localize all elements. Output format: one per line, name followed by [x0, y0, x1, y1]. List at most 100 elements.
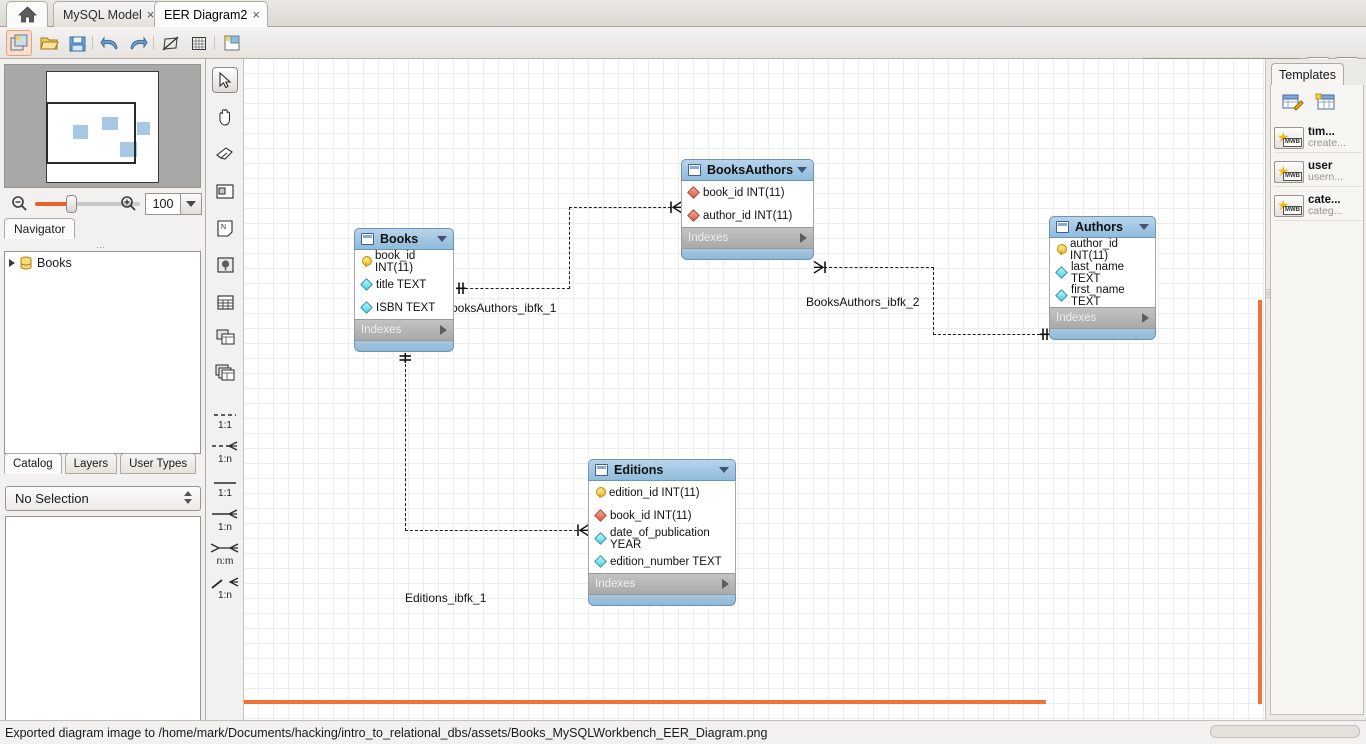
note-tool[interactable]: N — [212, 215, 238, 241]
relation-pick-columns-tool[interactable]: 1:n — [208, 567, 242, 601]
undo-button[interactable] — [97, 30, 123, 56]
triangle-right-icon[interactable] — [1142, 313, 1149, 323]
zoom-in-icon[interactable] — [120, 195, 137, 215]
table-column[interactable]: author_id INT(11) — [1050, 238, 1155, 262]
table-column[interactable]: edition_number TEXT — [589, 550, 735, 573]
new-model-button[interactable] — [6, 30, 32, 56]
table-column[interactable]: title TEXT — [355, 273, 453, 296]
home-tab[interactable] — [6, 1, 48, 27]
zoom-out-icon[interactable] — [11, 195, 28, 215]
tab-navigator[interactable]: Navigator — [4, 218, 76, 239]
table-figure-booksauthors[interactable]: BooksAuthors book_id INT(11) author_id I… — [681, 159, 814, 260]
description-panel[interactable] — [5, 516, 201, 744]
triangle-right-icon[interactable] — [9, 259, 15, 267]
table-column[interactable]: ISBN TEXT — [355, 296, 453, 319]
hand-tool[interactable] — [212, 104, 238, 130]
image-tool[interactable] — [212, 252, 238, 278]
tab-templates[interactable]: Templates — [1271, 63, 1344, 85]
table-header[interactable]: Editions — [588, 459, 736, 481]
table-indexes-row[interactable]: Indexes — [1049, 307, 1156, 329]
relationship-line-segment[interactable] — [405, 359, 406, 531]
triangle-right-icon[interactable] — [440, 325, 447, 335]
table-figure-authors[interactable]: Authors author_id INT(11) last_name TEXT… — [1049, 216, 1156, 340]
table-figure-editions[interactable]: Editions edition_id INT(11) book_id INT(… — [588, 459, 736, 606]
relationship-line-segment[interactable] — [824, 267, 934, 268]
triangle-right-icon[interactable] — [722, 579, 729, 589]
relation-1-1-identifying-tool[interactable]: 1:1 — [208, 397, 242, 431]
eraser-tool[interactable] — [212, 141, 238, 167]
navigator-minimap[interactable] — [4, 64, 201, 188]
table-header[interactable]: Books — [354, 228, 454, 250]
template-item-timestamps[interactable]: ★ MWB tim... create... — [1274, 123, 1362, 153]
eer-diagram-canvas[interactable]: BooksAuthors_ibfk_1 BooksAuthors_ibfk_2 — [244, 59, 1266, 720]
triangle-right-icon[interactable] — [800, 233, 807, 243]
relation-1-n-identifying-tool[interactable]: 1:n — [208, 431, 242, 465]
chevron-down-icon[interactable] — [797, 167, 807, 173]
chevron-down-icon[interactable] — [719, 467, 729, 473]
table-column[interactable]: book_id INT(11) — [355, 250, 453, 274]
routine-group-tool[interactable] — [212, 359, 238, 385]
table-column[interactable]: book_id INT(11) — [682, 181, 813, 204]
table-column[interactable]: edition_id INT(11) — [589, 481, 735, 504]
relationship-label-booksauthors-ibfk-1[interactable]: BooksAuthors_ibfk_1 — [443, 301, 556, 315]
zoom-slider-handle[interactable] — [66, 195, 77, 213]
relationship-line-segment[interactable] — [569, 207, 570, 289]
relation-1-1-non-identifying-tool[interactable]: 1:1 — [208, 465, 242, 499]
tab-layers[interactable]: Layers — [64, 453, 118, 474]
selection-combo[interactable]: No Selection — [5, 486, 201, 511]
chevron-down-icon[interactable] — [437, 236, 447, 242]
indexes-label: Indexes — [1056, 312, 1097, 324]
table-indexes-row[interactable]: Indexes — [354, 319, 454, 341]
relationship-label-editions-ibfk-1[interactable]: Editions_ibfk_1 — [405, 591, 486, 605]
relationship-line-segment[interactable] — [933, 267, 934, 335]
relationship-line-segment[interactable] — [569, 207, 681, 208]
pointer-tool[interactable] — [212, 67, 238, 93]
table-figure-books[interactable]: Books book_id INT(11) title TEXT ISBN TE… — [354, 228, 454, 352]
template-item-user[interactable]: ★ MWB user usern... — [1274, 157, 1362, 187]
table-indexes-row[interactable]: Indexes — [588, 573, 736, 595]
spinner-icon[interactable] — [184, 491, 192, 504]
table-header[interactable]: BooksAuthors — [681, 159, 814, 181]
new-diagram-button[interactable] — [219, 30, 245, 56]
zoom-dropdown-button[interactable] — [180, 193, 202, 215]
template-item-category[interactable]: ★ MWB cate... categ... — [1274, 191, 1362, 221]
relation-n-m-tool[interactable]: n:m — [208, 533, 242, 567]
table-header[interactable]: Authors — [1049, 216, 1156, 238]
tab-user-types[interactable]: User Types — [120, 453, 197, 474]
relation-1-n-non-identifying-tool[interactable]: 1:n — [208, 499, 242, 533]
panel-resize-grip[interactable]: = = — [1266, 287, 1272, 303]
status-bar-scrollbar[interactable] — [1210, 725, 1360, 738]
table-column[interactable]: date_of_publication YEAR — [589, 527, 735, 551]
tab-mysql-model[interactable]: MySQL Model × — [53, 1, 163, 27]
catalog-tree[interactable]: Books — [4, 251, 201, 454]
table-column[interactable]: book_id INT(11) — [589, 504, 735, 527]
minimap-viewport[interactable] — [46, 102, 136, 164]
new-document-icon — [10, 34, 27, 51]
relationship-line-segment[interactable] — [460, 288, 570, 289]
new-template-icon[interactable] — [1315, 93, 1337, 113]
zoom-value-field[interactable]: 100 — [145, 193, 181, 215]
table-tool[interactable] — [212, 289, 238, 315]
toggle-grid-button[interactable] — [158, 30, 184, 56]
save-model-button[interactable] — [64, 30, 90, 56]
tab-eer-diagram2[interactable]: EER Diagram2 × — [154, 1, 268, 27]
table-column[interactable]: author_id INT(11) — [682, 204, 813, 227]
relationship-label-booksauthors-ibfk-2[interactable]: BooksAuthors_ibfk_2 — [806, 295, 919, 309]
view-tool[interactable] — [212, 324, 238, 350]
canvas-horizontal-scrollbar[interactable] — [246, 706, 1264, 718]
redo-button[interactable] — [125, 30, 151, 56]
relationship-line-segment[interactable] — [405, 530, 587, 531]
table-indexes-row[interactable]: Indexes — [681, 227, 814, 249]
table-column[interactable]: first_name TEXT — [1050, 284, 1155, 308]
open-model-button[interactable] — [36, 30, 62, 56]
relationship-line-segment[interactable] — [933, 334, 1045, 335]
chevron-down-icon[interactable] — [1139, 224, 1149, 230]
tab-catalog[interactable]: Catalog — [4, 453, 62, 474]
column-icon — [360, 278, 373, 291]
table-column[interactable]: last_name TEXT — [1050, 261, 1155, 285]
snap-grid-button[interactable] — [186, 30, 212, 56]
tree-item-books[interactable]: Books — [9, 256, 72, 270]
layer-tool[interactable] — [212, 178, 238, 204]
edit-template-icon[interactable] — [1282, 93, 1304, 113]
close-icon[interactable]: × — [252, 8, 260, 21]
